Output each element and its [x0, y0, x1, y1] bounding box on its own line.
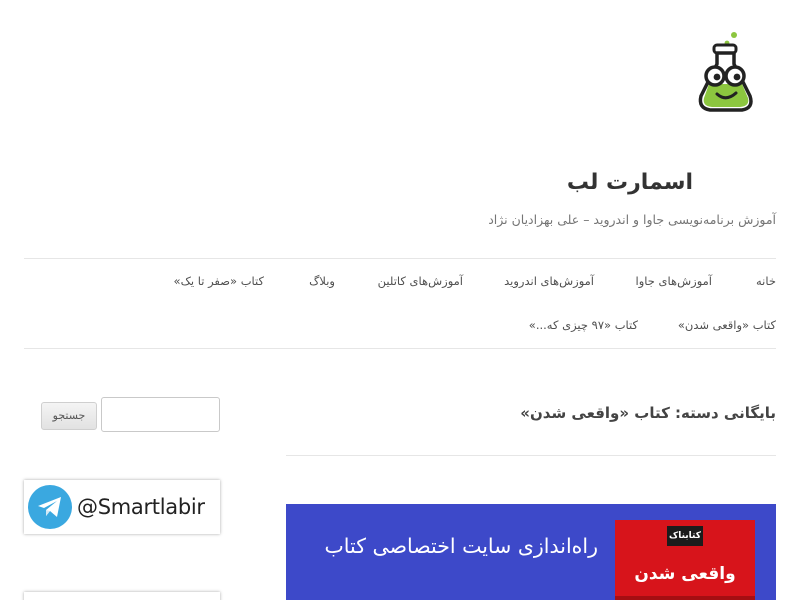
nav-item-book-97-things[interactable]: کتاب «۹۷ چیزی که...»: [529, 318, 638, 332]
content-divider: [286, 455, 776, 456]
sidebar-widget: [24, 592, 220, 600]
archive-title: بایگانی دسته: کتاب «واقعی شدن»: [520, 404, 776, 422]
book-cover-title: واقعی شدن: [634, 564, 736, 584]
nav-divider: [24, 348, 776, 349]
header-divider: [24, 258, 776, 259]
book-cover-image: کتابناک واقعی شدن: [615, 520, 755, 600]
search-button[interactable]: جستجو: [41, 402, 97, 430]
nav-item-book-zero-to-one[interactable]: کتاب «صفر تا یک»: [174, 274, 264, 288]
site-logo[interactable]: [692, 28, 760, 118]
nav-item-book-getting-real[interactable]: کتاب «واقعی شدن»: [678, 318, 776, 332]
book-badge: کتابناک: [667, 526, 703, 546]
nav-item-kotlin-tutorials[interactable]: آموزش‌های کاتلین: [378, 274, 463, 288]
banner-text: راه‌اندازی سایت اختصاصی کتاب: [324, 534, 598, 558]
nav-item-android-tutorials[interactable]: آموزش‌های اندروید: [504, 274, 594, 288]
flask-mascot-icon: [698, 32, 753, 112]
telegram-icon: [28, 485, 72, 529]
telegram-handle: @Smartlabir: [77, 495, 205, 519]
nav-item-home[interactable]: خانه: [756, 274, 776, 288]
search-input[interactable]: [101, 397, 220, 432]
telegram-widget[interactable]: @Smartlabir: [24, 480, 220, 534]
site-tagline: آموزش برنامه‌نویسی جاوا و اندروید – علی …: [488, 212, 776, 227]
nav-item-java-tutorials[interactable]: آموزش‌های جاوا: [636, 274, 712, 288]
post-banner-image[interactable]: راه‌اندازی سایت اختصاصی کتاب کتابناک واق…: [286, 504, 776, 600]
site-title[interactable]: اسمارت لب: [567, 170, 693, 195]
nav-item-blog[interactable]: وبلاگ: [309, 274, 335, 288]
book-cover-strip: [615, 596, 755, 600]
